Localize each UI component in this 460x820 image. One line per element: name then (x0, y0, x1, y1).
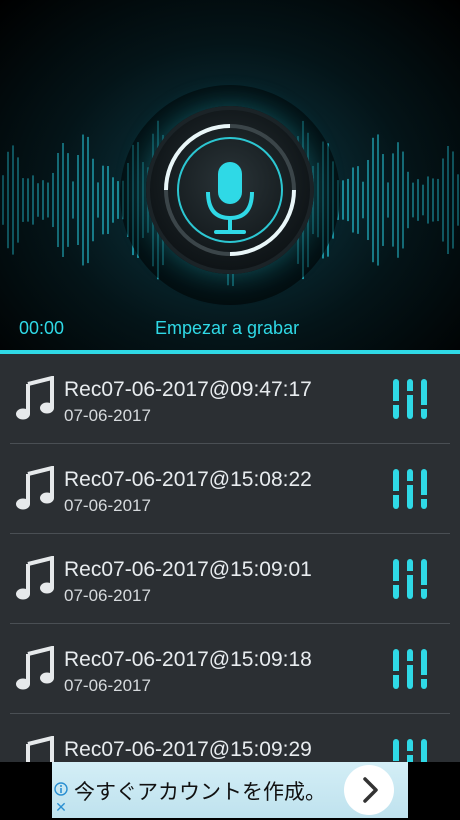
close-icon[interactable]: ✕ (54, 800, 68, 814)
waveform-bar (67, 153, 69, 247)
recording-title: Rec07-06-2017@15:09:01 (64, 558, 312, 581)
music-note-icon (26, 736, 54, 762)
waveform-bar (377, 134, 379, 266)
waveform-bar (102, 165, 104, 235)
waveform-bar (342, 180, 344, 220)
recording-date: 07-06-2017 (64, 676, 151, 695)
waveform-bar (117, 181, 119, 219)
waveform-bar (457, 174, 459, 226)
waveform-bar (47, 182, 49, 218)
waveform-bar (382, 154, 384, 246)
list-item[interactable]: Rec07-06-2017@09:47:17 07-06-2017 (10, 354, 450, 444)
list-item[interactable]: Rec07-06-2017@15:08:22 07-06-2017 (10, 444, 450, 534)
waveform-bar (27, 178, 29, 222)
waveform-bar (77, 154, 79, 246)
waveform-bar (452, 151, 454, 249)
recording-timer: 00:00 (19, 318, 65, 338)
waveform-bar (57, 152, 59, 248)
equalizer-icon[interactable] (390, 649, 430, 689)
list-item[interactable]: Rec07-06-2017@15:09:18 07-06-2017 (10, 624, 450, 714)
waveform-bar (392, 153, 394, 247)
waveform-bar (7, 151, 9, 249)
waveform-bar (97, 182, 99, 218)
waveform-bar (447, 145, 449, 255)
waveform-bar (37, 183, 39, 217)
waveform-bar (367, 159, 369, 241)
waveform-bar (437, 178, 439, 222)
ad-banner: ✕ 今すぐアカウントを作成。 (0, 762, 460, 818)
ad-text: 今すぐアカウントを作成。 (74, 781, 326, 804)
waveform-bar (87, 136, 89, 264)
recording-title: Rec07-06-2017@15:09:29 (64, 738, 312, 761)
info-icon[interactable] (54, 782, 68, 796)
waveform-bar (417, 179, 419, 221)
equalizer-icon[interactable] (390, 469, 430, 509)
list-item[interactable]: Rec07-06-2017@15:09:01 07-06-2017 (10, 534, 450, 624)
microphone-icon (146, 106, 314, 274)
chevron-right-icon (363, 777, 378, 803)
waveform-bar (402, 151, 404, 249)
recorder-header: 00:00 Empezar a grabar (0, 0, 460, 350)
waveform-bar (407, 171, 409, 229)
waveform-bar (357, 166, 359, 234)
ad-content[interactable]: ✕ 今すぐアカウントを作成。 (52, 762, 408, 818)
waveform-bar (362, 181, 364, 219)
waveform-bar (22, 178, 24, 222)
recording-date: 07-06-2017 (64, 586, 151, 605)
waveform-bar (387, 182, 389, 218)
waveform-bar (72, 181, 74, 219)
equalizer-icon[interactable] (390, 739, 430, 762)
recording-date: 07-06-2017 (64, 406, 151, 425)
music-note-icon (16, 376, 54, 420)
list-item[interactable]: Rec07-06-2017@15:09:29 (10, 714, 450, 762)
ad-go-button[interactable] (344, 765, 394, 815)
waveform-bar (32, 175, 34, 225)
waveform-bar (82, 134, 84, 266)
record-button[interactable] (146, 106, 314, 274)
equalizer-icon[interactable] (390, 559, 430, 599)
waveform-bar (52, 172, 54, 228)
waveform-bar (397, 142, 399, 258)
waveform-bar (62, 143, 64, 257)
waveform-bar (2, 175, 4, 225)
waveform-bar (42, 180, 44, 220)
waveform-bar (352, 167, 354, 233)
recordings-list[interactable]: Rec07-06-2017@09:47:17 07-06-2017 Rec07-… (0, 354, 460, 762)
waveform-bar (12, 145, 14, 255)
waveform-bar (442, 158, 444, 242)
recording-title: Rec07-06-2017@15:09:18 (64, 648, 312, 671)
waveform-bar (412, 182, 414, 218)
music-note-icon (16, 646, 54, 690)
music-note-icon (16, 466, 54, 510)
record-button-wrap (136, 96, 324, 296)
waveform-bar (432, 178, 434, 222)
waveform-bar (107, 166, 109, 234)
start-recording-label[interactable]: Empezar a grabar (155, 318, 299, 339)
equalizer-icon[interactable] (390, 379, 430, 419)
waveform-bar (422, 184, 424, 216)
recording-date: 07-06-2017 (64, 496, 151, 515)
music-note-icon (16, 556, 54, 600)
waveform-bar (92, 158, 94, 242)
recording-title: Rec07-06-2017@15:08:22 (64, 468, 312, 491)
recording-title: Rec07-06-2017@09:47:17 (64, 378, 312, 401)
waveform-bar (372, 137, 374, 263)
waveform-bar (347, 178, 349, 222)
waveform-bar (17, 157, 19, 243)
waveform-bar (112, 177, 114, 223)
waveform-bar (427, 176, 429, 224)
